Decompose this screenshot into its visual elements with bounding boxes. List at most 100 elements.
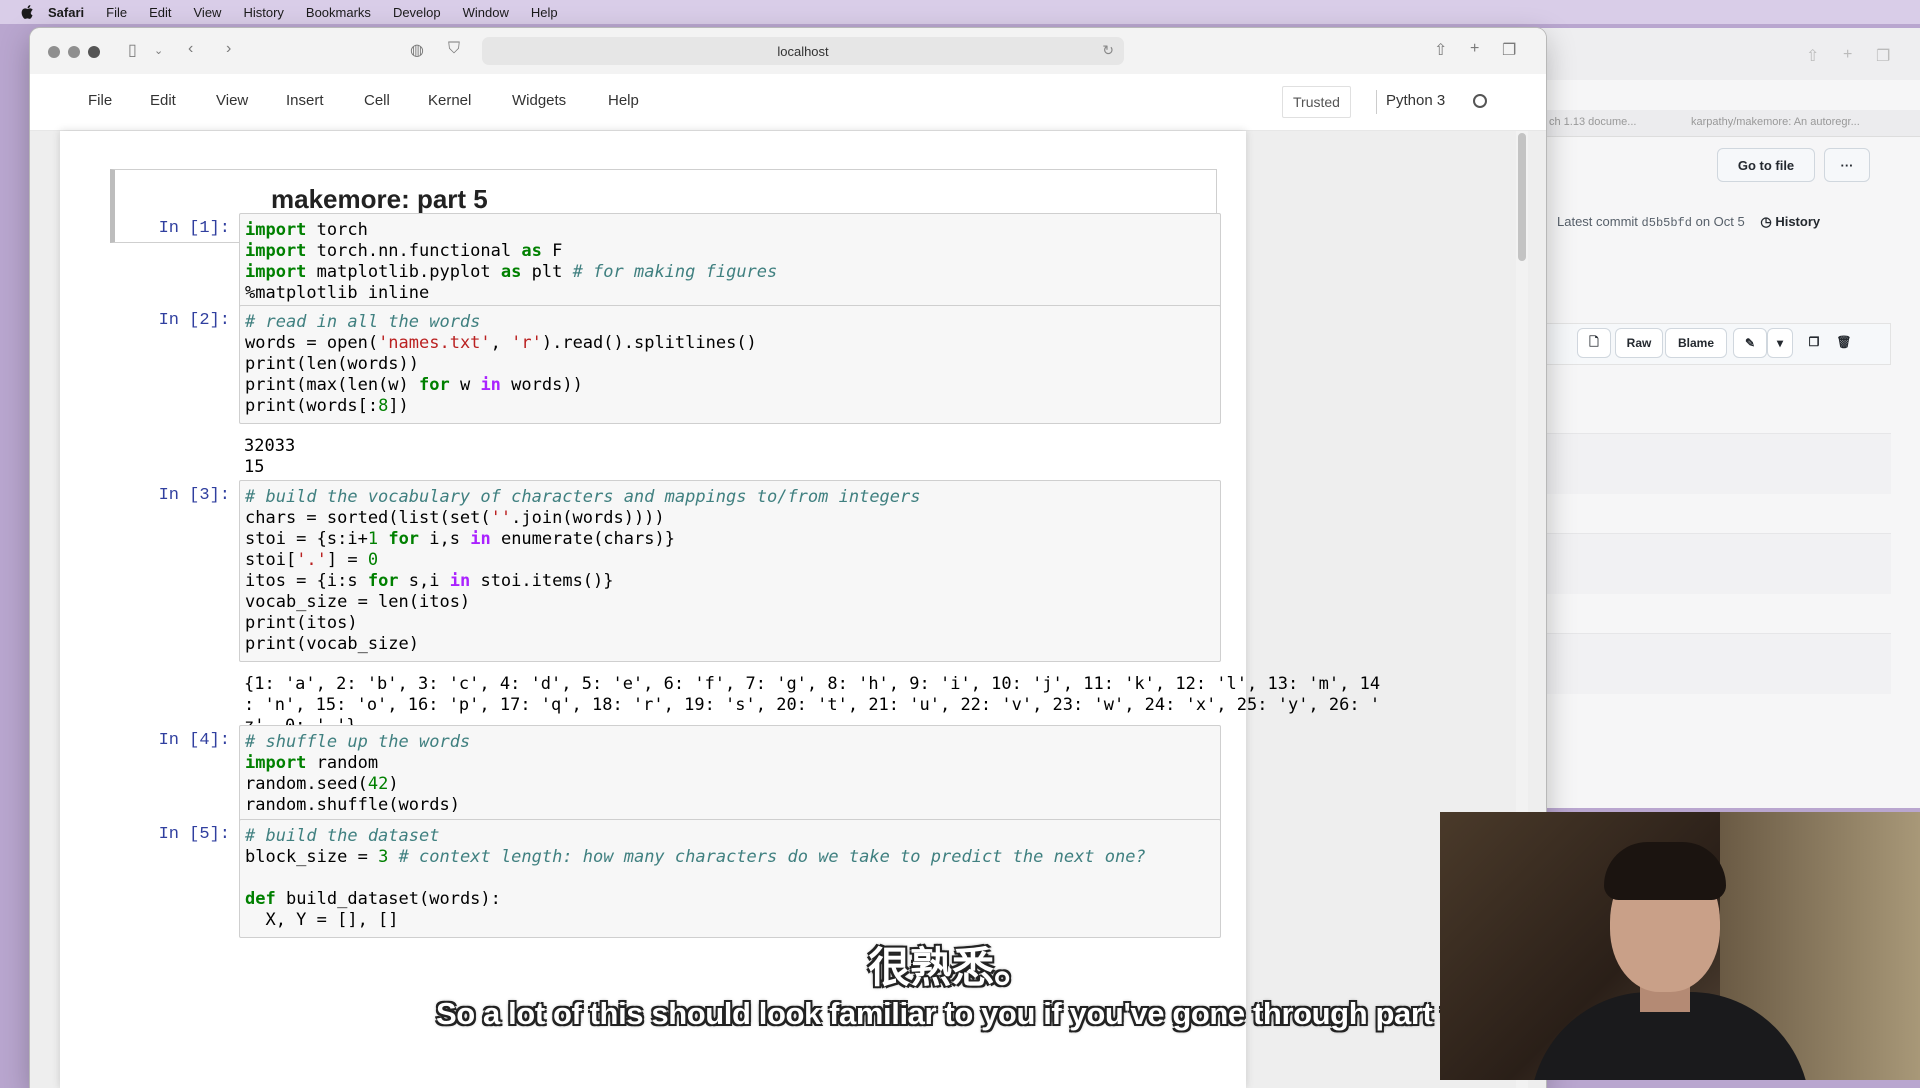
history-label: History [1775,214,1821,229]
privacy-report-icon[interactable]: ◍ [410,40,424,60]
new-tab-icon[interactable]: + [1470,40,1479,58]
menu-edit[interactable]: Edit [149,5,171,20]
code-token: enumerate(chars)} [490,529,675,549]
blame-button[interactable]: Blame [1665,328,1727,358]
code-token: 3 [378,847,389,867]
go-to-file-button[interactable]: Go to file [1717,148,1815,182]
background-tab-docs[interactable]: ch 1.13 docume... [1549,116,1636,128]
share-icon[interactable]: ⇧ [1434,40,1447,60]
code-input-area[interactable]: import torch import torch.nn.functional a… [239,213,1221,311]
background-toolbar: ⇧ + ❐ [1521,28,1920,80]
file-icon-button[interactable]: 🗋 [1577,328,1611,358]
tab-overview-icon[interactable]: ❐ [1876,46,1890,66]
code-token: # shuffle up the words [245,732,471,752]
url-text: localhost [777,43,829,59]
menu-develop[interactable]: Develop [393,5,441,20]
code-editor[interactable]: # read in all the words words = open('nam… [240,306,1220,423]
code-token: import [245,753,307,773]
history-link[interactable]: ◷ History [1760,214,1820,229]
more-options-button[interactable]: ··· [1824,148,1870,182]
code-token: w [449,375,481,395]
address-bar[interactable]: localhost ↻ [482,37,1124,65]
shield-icon[interactable]: ⛉ [448,40,460,58]
code-token: ]) [388,396,409,416]
code-line: import matplotlib.pyplot as plt # for ma… [245,262,1215,283]
copy-button[interactable]: ❐ [1801,328,1827,356]
code-line: print(len(words)) [245,354,1215,375]
output-line: 32033 [244,436,296,456]
tab-overview-icon[interactable]: ❐ [1502,40,1516,60]
minimize-window-button[interactable] [68,46,80,58]
code-line: print(itos) [245,613,1215,634]
code-token: print(itos) [245,613,358,633]
code-token: random [306,753,379,773]
share-icon[interactable]: ⇧ [1806,46,1819,66]
code-editor[interactable]: # shuffle up the words import random rando… [240,726,1220,822]
jupyter-menu-help[interactable]: Help [608,92,639,109]
scrollbar-thumb[interactable] [1518,133,1526,261]
jupyter-menu-edit[interactable]: Edit [150,92,176,109]
close-window-button[interactable] [48,46,60,58]
new-tab-icon[interactable]: + [1843,46,1852,64]
code-token: chars = sorted(list(set( [245,508,491,528]
code-token: 0 [367,550,379,570]
background-tab-makemore[interactable]: karpathy/makemore: An autoregr... [1691,116,1860,128]
code-line: stoi['.'] = 0 [245,550,1215,571]
edit-dropdown-button[interactable]: ▾ [1767,328,1793,358]
macos-menu-bar: Safari File Edit View History Bookmarks … [0,0,1920,24]
zoom-window-button[interactable] [88,46,100,58]
output-line: {1: 'a', 2: 'b', 3: 'c', 4: 'd', 5: 'e',… [244,674,1381,694]
code-token: ) [388,774,399,794]
code-token: print(words[: [245,396,379,416]
code-line: # read in all the words [245,312,1215,333]
code-line: chars = sorted(list(set(''.join(words)))… [245,508,1215,529]
code-input-area[interactable]: # shuffle up the words import random rando… [239,725,1221,823]
notebook: makemore: part 5 In [1]: import torch impo… [60,131,1381,1088]
notebook-title: makemore: part 5 [271,184,488,214]
code-token: in [480,375,501,395]
menu-bookmarks[interactable]: Bookmarks [306,5,371,20]
reload-icon[interactable]: ↻ [1102,42,1114,59]
menu-app-safari[interactable]: Safari [48,5,84,20]
commit-hash[interactable]: d5b5bfd [1642,216,1692,230]
code-token: words)) [500,375,583,395]
apple-logo-icon[interactable] [20,4,34,20]
jupyter-menu-insert[interactable]: Insert [286,92,324,109]
sidebar-toggle-icon[interactable]: ▯ [128,40,137,60]
code-token: itos = {i:s [245,571,368,591]
trusted-indicator[interactable]: Trusted [1282,86,1351,118]
subtitle-english: So a lot of this should look familiar to… [436,996,1523,1031]
code-editor[interactable]: # build the dataset block_size = 3 # cont… [240,820,1220,937]
code-token: .join(words)))) [511,508,665,528]
background-browser-window: ⇧ + ❐ ch 1.13 docume... karpathy/makemor… [1520,28,1920,808]
forward-icon[interactable]: › [226,40,231,58]
menu-view[interactable]: View [194,5,222,20]
code-input-area[interactable]: # build the vocabulary of characters and… [239,480,1221,662]
sidebar-chevron-icon[interactable]: ⌄ [154,44,163,57]
presenter-hair [1604,842,1726,900]
code-line: print(max(len(w) for w in words)) [245,375,1215,396]
jupyter-menu-bar: File Edit View Insert Cell Kernel Widget… [30,74,1546,131]
jupyter-menu-widgets[interactable]: Widgets [512,92,566,109]
edit-pencil-button[interactable]: ✎ [1733,328,1767,358]
jupyter-menu-file[interactable]: File [88,92,112,109]
jupyter-menu-view[interactable]: View [216,92,248,109]
code-editor[interactable]: # build the vocabulary of characters and… [240,481,1220,661]
code-input-area[interactable]: # read in all the words words = open('nam… [239,305,1221,424]
menu-window[interactable]: Window [463,5,509,20]
menu-history[interactable]: History [243,5,283,20]
code-input-area[interactable]: # build the dataset block_size = 3 # cont… [239,819,1221,938]
menu-help[interactable]: Help [531,5,558,20]
raw-button[interactable]: Raw [1615,328,1663,358]
commit-prefix: Latest commit [1557,214,1638,229]
back-icon[interactable]: ‹ [188,40,193,58]
code-editor[interactable]: import torch import torch.nn.functional a… [240,214,1220,310]
kernel-name[interactable]: Python 3 [1386,92,1445,109]
jupyter-menu-kernel[interactable]: Kernel [428,92,471,109]
code-token: import [245,241,307,261]
jupyter-menu-cell[interactable]: Cell [364,92,390,109]
code-token: print(max(len(w) [245,375,419,395]
menu-file[interactable]: File [106,5,127,20]
delete-button[interactable]: 🗑 [1831,328,1857,356]
